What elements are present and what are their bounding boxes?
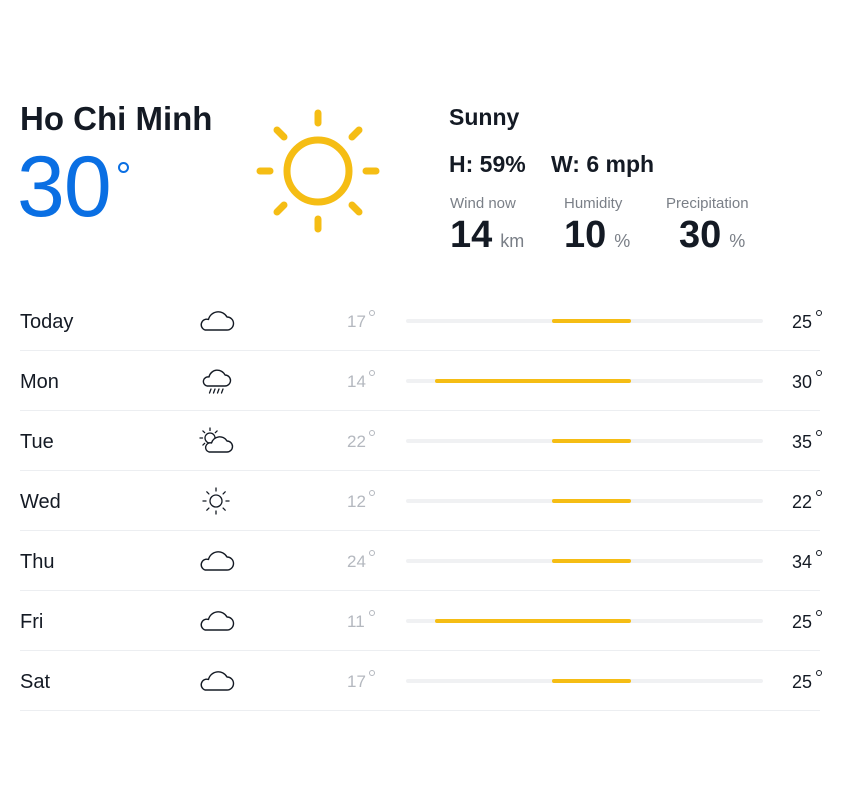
humidity-summary: H: 59% [449,151,526,177]
low-temperature: 17 [347,312,366,331]
stat-label: Wind now [450,195,516,212]
stat-label: Precipitation [666,195,749,212]
temperature-range-fill [434,619,631,623]
forecast-day: Today [20,311,74,333]
temperature-range-fill [552,499,631,503]
high-temperature: 22 [792,492,813,512]
rain-cloud-icon [202,369,232,394]
high-temperature: 25 [792,612,813,632]
temperature-range-track [406,499,763,503]
high-temperature: 30 [792,372,813,392]
city-name: Ho Chi Minh [20,100,213,137]
degree-symbol [369,670,375,676]
forecast-row: Today 17 25 [20,291,822,351]
stat-unit: % [614,231,631,251]
forecast-row: Fri 11 25 [20,591,822,651]
high-temperature: 34 [792,552,813,572]
temperature-range-track [406,379,763,383]
forecast-list: Today 17 25 Mon 14 30 Tue 22 35 Wed 12 22 Thu 24 34 Fri… [20,291,822,711]
forecast-day: Wed [20,491,61,513]
temperature-range-track [406,559,763,563]
low-temperature: 24 [347,552,366,571]
low-temperature: 22 [347,432,366,451]
degree-symbol [816,370,822,376]
degree-symbol [816,490,822,496]
temperature-range-track [406,319,763,323]
cloud-icon [200,671,235,691]
temperature-range-track [406,619,763,623]
high-temperature: 35 [792,432,813,452]
temperature-range-track [406,439,763,443]
stat-label: Humidity [564,195,623,212]
forecast-day: Mon [20,371,59,393]
degree-symbol [816,550,822,556]
high-temperature: 25 [792,672,813,692]
degree-symbol [118,162,129,173]
forecast-day: Sat [20,671,51,693]
cloud-icon [200,611,235,631]
stat-unit: % [729,231,746,251]
stat-wind-now: Wind now 14 km [450,195,524,257]
sun-icon [202,487,230,515]
degree-symbol [816,610,822,616]
forecast-row: Mon 14 30 [20,351,822,411]
forecast-row: Sat 17 25 [20,651,822,711]
forecast-day: Thu [20,551,55,573]
temperature-range-fill [552,679,631,683]
sun-icon [256,109,380,233]
degree-symbol [369,310,375,316]
stat-value: 30 [679,214,722,256]
stat-precipitation: Precipitation 30% [666,195,749,257]
low-temperature: 12 [347,492,366,511]
temperature-range-fill [552,319,631,323]
degree-symbol [369,610,375,616]
forecast-day: Fri [20,611,44,633]
condition-label: Sunny [449,104,520,130]
forecast-row: Tue 22 35 [20,411,822,471]
degree-symbol [816,670,822,676]
cloud-icon [200,551,235,571]
temperature-range-fill [552,559,631,563]
low-temperature: 14 [347,372,366,391]
low-temperature: 17 [347,672,366,691]
degree-symbol [369,550,375,556]
stat-humidity: Humidity 10% [564,195,630,257]
stat-value: 14 [450,214,493,256]
degree-symbol [369,430,375,436]
forecast-row: Wed 12 22 [20,471,822,531]
forecast-day: Tue [20,431,54,453]
degree-symbol [369,490,375,496]
degree-symbol [816,430,822,436]
degree-symbol [369,370,375,376]
temperature-range-track [406,679,763,683]
stat-value: 10 [564,214,607,256]
current-weather: Ho Chi Minh 30 Sunny H: 59% W: 6 mph Win… [17,100,820,270]
wind-summary: W: 6 mph [551,151,655,177]
temperature-range-fill [552,439,631,443]
high-temperature: 25 [792,312,813,332]
cloud-icon [200,311,235,331]
low-temperature: 11 [347,612,365,631]
stat-unit: km [500,231,525,251]
degree-symbol [816,310,822,316]
temperature-range-fill [434,379,631,383]
partly-cloudy-icon [199,427,234,453]
forecast-row: Thu 24 34 [20,531,822,591]
current-temperature: 30 [17,139,112,235]
